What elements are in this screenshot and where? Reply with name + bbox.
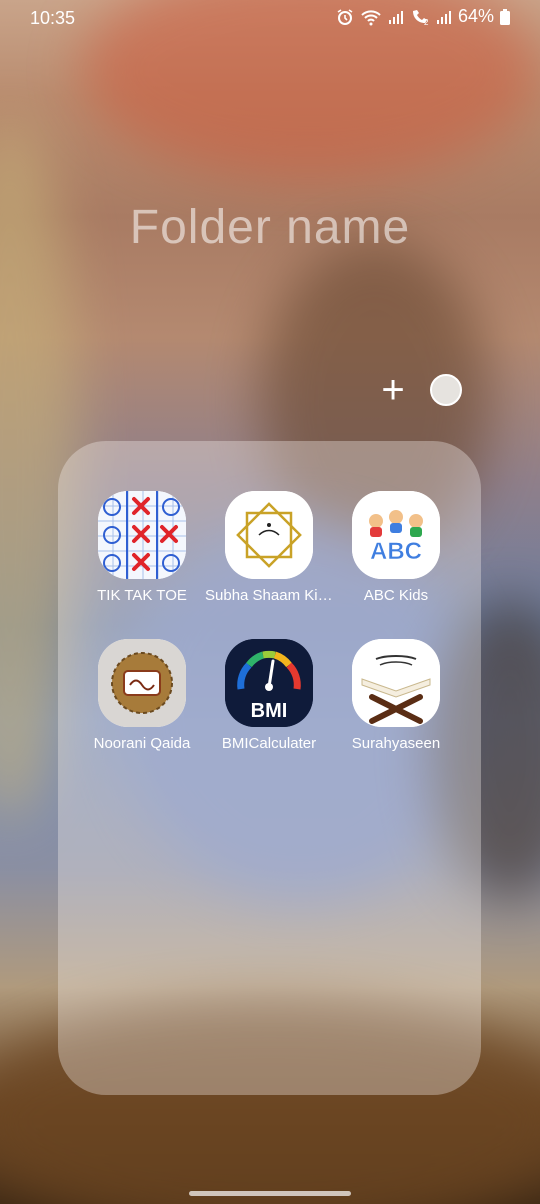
surah-yaseen-icon xyxy=(352,639,440,727)
app-label: BMICalculater xyxy=(221,735,317,752)
app-label: ABC Kids xyxy=(363,587,429,604)
app-surah-yaseen[interactable]: Surahyaseen xyxy=(332,639,460,752)
folder-name-field[interactable]: Folder name xyxy=(0,200,540,255)
tic-tac-toe-icon xyxy=(98,491,186,579)
svg-text:2: 2 xyxy=(424,18,429,26)
app-subha-shaam[interactable]: Subha Shaam Ki ... xyxy=(205,491,333,604)
plus-icon: + xyxy=(381,368,405,412)
app-label: TIK TAK TOE xyxy=(97,587,187,604)
bmi-text: BMI xyxy=(251,700,288,722)
app-label: Noorani Qaida xyxy=(93,735,191,752)
app-label: Surahyaseen xyxy=(351,735,441,752)
app-abc-kids[interactable]: ABC ABC Kids xyxy=(332,491,460,604)
folder-panel: TIK TAK TOE Subha Shaam Ki ... ABC ABC K… xyxy=(58,441,481,1095)
gesture-nav-bar[interactable] xyxy=(189,1191,351,1196)
subha-shaam-icon xyxy=(225,491,313,579)
app-bmi-calculator[interactable]: BMI BMICalculater xyxy=(205,639,333,752)
app-label: Subha Shaam Ki ... xyxy=(205,587,333,604)
abc-text: ABC xyxy=(370,538,422,565)
app-tik-tak-toe[interactable]: TIK TAK TOE xyxy=(78,491,206,604)
folder-color-button[interactable] xyxy=(430,374,462,406)
signal-icon xyxy=(388,10,403,24)
battery-percentage: 64% xyxy=(457,6,494,26)
noorani-qaida-icon xyxy=(98,639,186,727)
signal-icon xyxy=(436,10,451,24)
app-noorani-qaida[interactable]: Noorani Qaida xyxy=(78,639,206,752)
bmi-calculator-icon: BMI xyxy=(225,639,313,727)
battery-icon xyxy=(500,8,510,25)
status-bar: 10:35 2 64% xyxy=(0,0,540,38)
add-apps-button[interactable]: + xyxy=(377,370,409,410)
volte-icon: 2 xyxy=(412,9,429,26)
status-time: 10:35 xyxy=(30,8,76,28)
wifi-icon xyxy=(361,9,381,25)
alarm-icon xyxy=(337,8,353,25)
abc-kids-icon: ABC xyxy=(352,491,440,579)
